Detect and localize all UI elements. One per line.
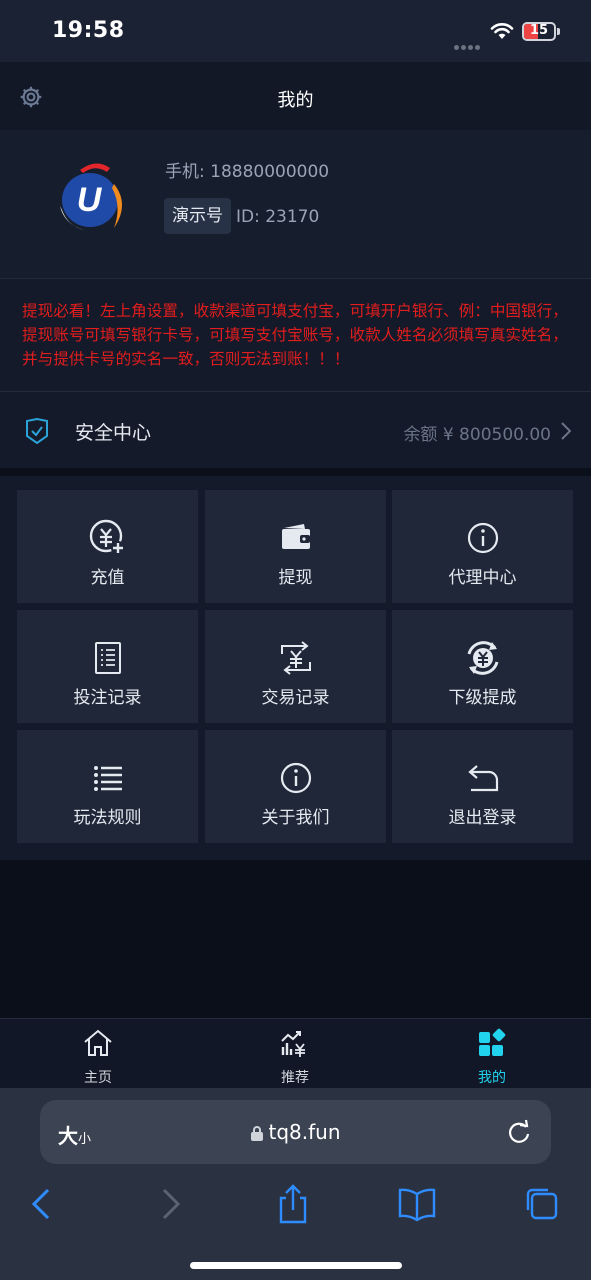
grid-label: 交易记录 [261, 688, 330, 708]
grid-item-about-us[interactable]: 关于我们 [205, 730, 386, 843]
commission-icon [467, 641, 498, 675]
avatar-logo: U [60, 163, 122, 230]
user-id: ID: 23170 [236, 207, 320, 227]
page-title: 我的 [277, 90, 314, 111]
grid-item-agent-center[interactable]: 代理中心 [392, 490, 573, 603]
recharge-icon [89, 519, 125, 555]
forward-icon[interactable] [150, 1184, 190, 1224]
tab-home[interactable]: 主页 [38, 1019, 158, 1089]
demo-account-badge: 演示号 [164, 198, 231, 234]
info-icon [467, 522, 498, 554]
document-list-icon [94, 642, 121, 674]
grid-item-logout[interactable]: 退出登录 [392, 730, 573, 843]
tab-label: 推荐 [281, 1070, 309, 1086]
wallet-icon [281, 524, 310, 549]
battery-icon: 15 [522, 22, 556, 41]
svg-text:U: U [77, 181, 103, 219]
withdraw-notice: 提现必看！左上角设置，收款渠道可填支付宝，可填开户银行、例：中国银行，提现账号可… [0, 279, 591, 392]
grid-item-recharge[interactable]: 充值 [17, 490, 198, 603]
browser-toolbar: 大小 tq8.fun [0, 1088, 591, 1280]
phone-number: 手机: 18880000000 [165, 162, 330, 182]
dashboard-icon [479, 1028, 506, 1056]
url-display[interactable]: tq8.fun [40, 1120, 551, 1144]
function-grid: 充值 提现 代理中心 投注记录 交易记录 下级提成 玩法规则 关于我们 退出登录 [0, 476, 591, 860]
reload-icon[interactable] [507, 1119, 531, 1145]
info-icon [280, 762, 311, 794]
grid-label: 下级提成 [448, 688, 517, 708]
notice-text: 提现必看！左上角设置，收款渠道可填支付宝，可填开户银行、例：中国银行，提现账号可… [22, 302, 568, 368]
tab-label: 我的 [478, 1070, 506, 1086]
chart-icon [281, 1031, 305, 1057]
lock-icon [251, 1126, 264, 1141]
chevron-right-icon [561, 422, 571, 440]
nav-bar: 我的 [0, 62, 591, 130]
home-icon [84, 1029, 112, 1056]
bookmarks-icon[interactable] [397, 1184, 437, 1224]
signal-icon [454, 35, 482, 50]
security-center-label: 安全中心 [75, 422, 152, 444]
tab-mine[interactable]: 我的 [432, 1019, 552, 1089]
grid-label: 充值 [90, 568, 125, 588]
security-center-row[interactable]: 安全中心 余额 ¥ 800500.00 [0, 392, 591, 468]
status-time: 19:58 [52, 18, 125, 43]
grid-label: 玩法规则 [73, 808, 142, 828]
tab-recommend[interactable]: 推荐 [235, 1019, 355, 1089]
grid-label: 退出登录 [448, 808, 517, 828]
back-icon[interactable] [22, 1184, 62, 1224]
tab-label: 主页 [84, 1070, 112, 1086]
grid-label: 提现 [278, 568, 313, 588]
shield-check-icon [26, 418, 48, 444]
grid-item-bet-records[interactable]: 投注记录 [17, 610, 198, 723]
grid-label: 投注记录 [73, 688, 142, 708]
grid-label: 代理中心 [448, 568, 517, 588]
grid-item-commission[interactable]: 下级提成 [392, 610, 573, 723]
url-text: tq8.fun [268, 1120, 341, 1144]
battery-level: 15 [529, 23, 549, 38]
profile-card: U 手机: 18880000000 演示号 ID: 23170 [0, 130, 591, 279]
grid-item-withdraw[interactable]: 提现 [205, 490, 386, 603]
transaction-icon [280, 641, 311, 675]
address-bar[interactable]: 大小 tq8.fun [40, 1100, 551, 1164]
grid-item-transactions[interactable]: 交易记录 [205, 610, 386, 723]
share-icon[interactable] [273, 1184, 313, 1224]
grid-label: 关于我们 [261, 808, 330, 828]
wifi-icon [490, 23, 514, 39]
logout-icon [467, 765, 498, 792]
balance-value: 余额 ¥ 800500.00 [403, 425, 551, 445]
list-icon [93, 766, 122, 791]
grid-item-rules[interactable]: 玩法规则 [17, 730, 198, 843]
home-indicator [190, 1262, 402, 1269]
tabs-icon[interactable] [522, 1184, 562, 1224]
status-bar: 19:58 15 [0, 0, 591, 62]
bottom-tab-bar: 主页 推荐 我的 [0, 1018, 591, 1089]
